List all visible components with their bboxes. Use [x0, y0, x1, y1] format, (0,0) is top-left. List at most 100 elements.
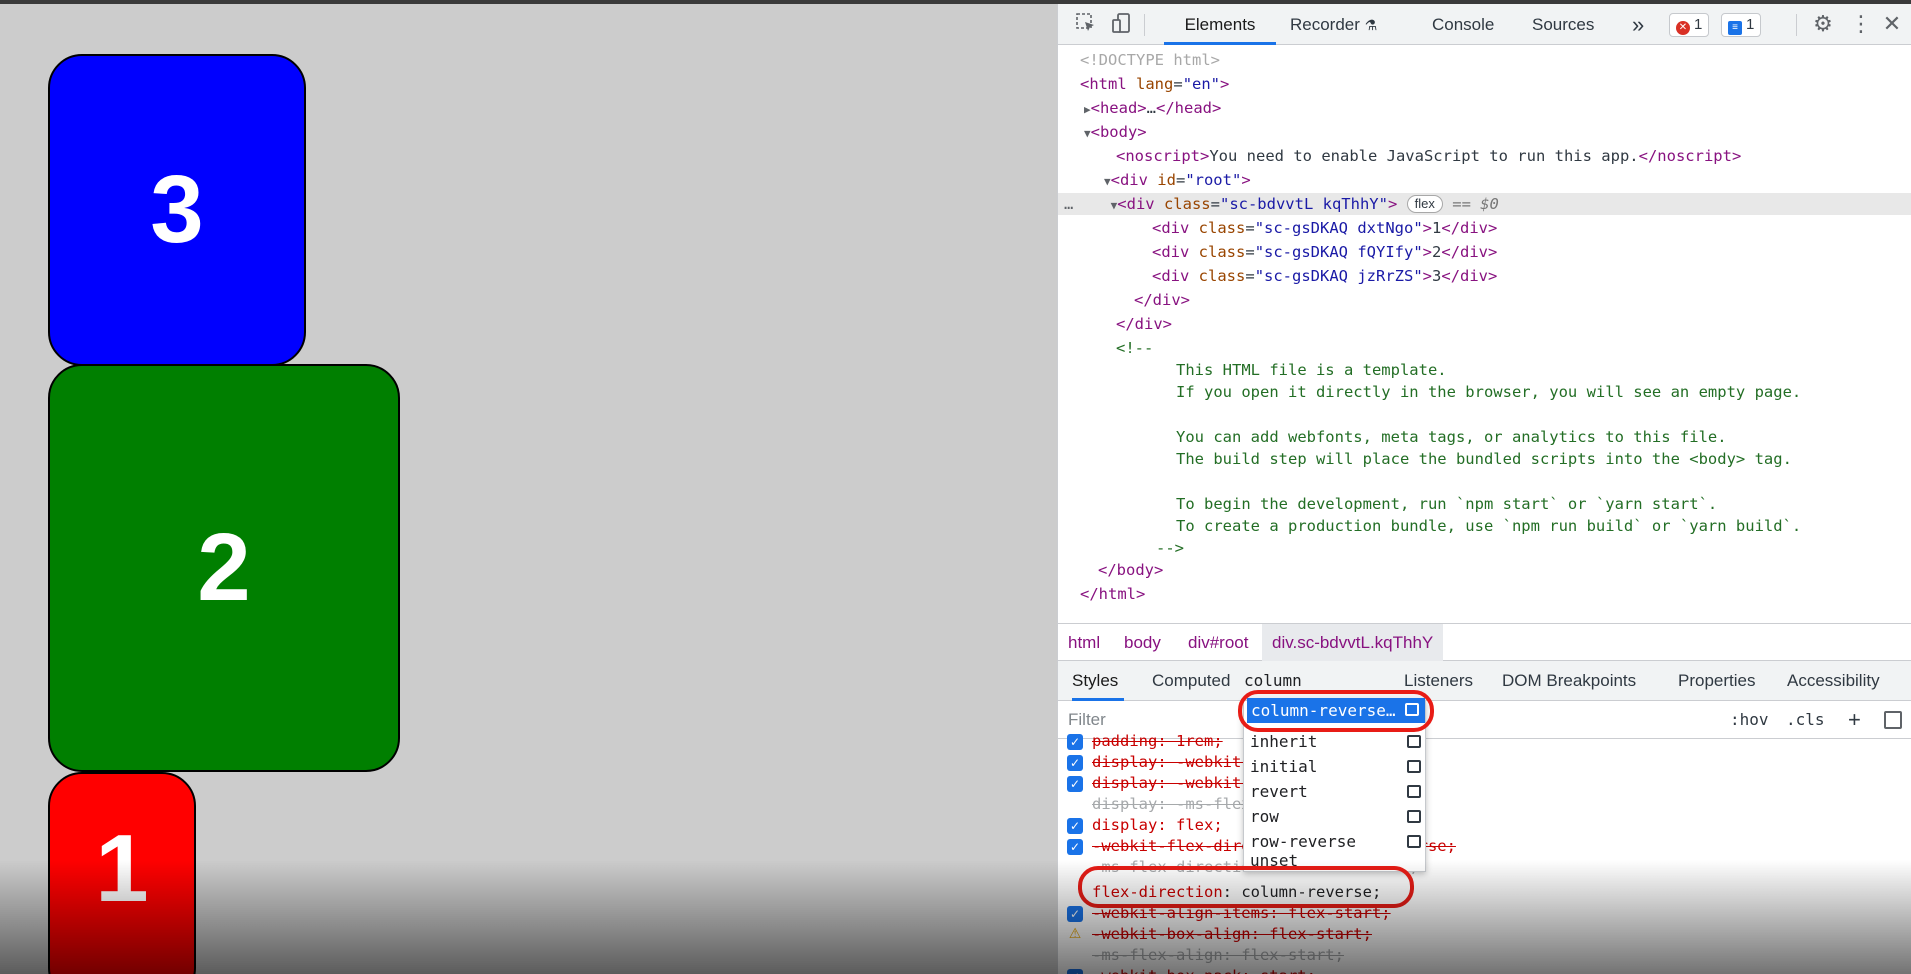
node-text: 1 [1432, 219, 1442, 237]
kebab-menu-icon[interactable]: ⋮ [1850, 12, 1872, 36]
rule-text: display: flex; [1092, 816, 1223, 834]
dom-comment-line: This HTML file is a template. [1058, 359, 1911, 381]
flask-icon: ⚗ [1364, 17, 1378, 33]
breadcrumb: html body div#root div.sc-bdvvtL.kqThhY [1058, 623, 1911, 661]
tab-dom-breakpoints[interactable]: DOM Breakpoints [1502, 661, 1636, 701]
rule-line[interactable]: ✓ display: flex; [1058, 815, 1911, 836]
dom-child-3[interactable]: <div class="sc-gsDKAQ jzRrZS">3</div> [1058, 265, 1911, 287]
more-tabs-button[interactable]: » [1632, 4, 1644, 45]
rule-line[interactable]: ✓ padding: 1rem; [1058, 731, 1911, 752]
tab-console[interactable]: Console [1432, 4, 1494, 45]
tag-name: noscript [1657, 147, 1732, 165]
error-count: 1 [1694, 16, 1703, 33]
dom-close-div[interactable]: </div> [1058, 289, 1911, 311]
toolbar-divider [1144, 14, 1145, 36]
dom-head-node[interactable]: ▶<head>…</head> [1058, 97, 1911, 119]
tag-name: body [1116, 561, 1154, 579]
comment-text: This HTML file is a template. [1176, 361, 1447, 379]
dom-noscript-node[interactable]: <noscript>You need to enable JavaScript … [1058, 145, 1911, 167]
rule-line[interactable]: ✓-webkit-flex-direction: column-reverse; [1058, 836, 1911, 857]
flex-item-1[interactable]: 1 [48, 772, 196, 974]
close-icon[interactable]: ✕ [1880, 12, 1904, 36]
dom-comment-open[interactable]: <!-- [1058, 337, 1911, 359]
breadcrumb-body[interactable]: body [1124, 624, 1161, 661]
collapse-arrow-icon[interactable]: ▼ [1084, 127, 1091, 140]
message-badge[interactable]: ≡ 1 [1721, 13, 1762, 37]
noscript-text: You need to enable JavaScript to run thi… [1209, 147, 1639, 165]
rule-text: -webkit-box-align: flex-start; [1092, 925, 1372, 943]
flex-badge[interactable]: flex [1406, 195, 1443, 213]
dom-close-html[interactable]: </html> [1058, 583, 1911, 605]
flex-direction-icon [1407, 760, 1421, 773]
dom-child-1[interactable]: <div class="sc-gsDKAQ dxtNgo">1</div> [1058, 217, 1911, 239]
checkbox-icon[interactable]: ✓ [1067, 776, 1083, 792]
inspect-element-icon[interactable] [1074, 12, 1098, 36]
rule-line[interactable]: display: -ms-flexbox; [1058, 794, 1911, 815]
style-rules: ✓ padding: 1rem; ✓ display: -webkit-box; ✓… [1058, 732, 1911, 974]
dom-tree: <!DOCTYPE html> <html lang="en"> ▶<head>… [1058, 45, 1911, 623]
tab-recorder[interactable]: Recorder ⚗ [1290, 4, 1377, 45]
tab-computed[interactable]: Computed [1152, 661, 1230, 701]
autocomplete-option[interactable]: revert [1244, 779, 1427, 804]
dom-container-node[interactable]: … ▼<div class="sc-bdvvtL kqThhY"> flex =… [1058, 193, 1911, 215]
comment-text: You can add webfonts, meta tags, or anal… [1176, 428, 1727, 446]
checkbox-icon[interactable]: ✓ [1067, 906, 1083, 922]
breadcrumb-html[interactable]: html [1068, 624, 1100, 661]
page-viewport: 3 2 1 [0, 4, 1057, 974]
breadcrumb-selected[interactable]: div.sc-bdvvtL.kqThhY [1262, 624, 1444, 661]
error-badge[interactable]: ✕ 1 [1669, 13, 1710, 37]
tab-properties[interactable]: Properties [1678, 661, 1755, 701]
tab-accessibility[interactable]: Accessibility [1787, 661, 1880, 701]
dom-close-root[interactable]: </div> [1058, 313, 1911, 335]
attr-value: "sc-bdvvtL kqThhY" [1219, 195, 1388, 213]
flex-item-2[interactable]: 2 [48, 364, 400, 772]
option-label: inherit [1250, 732, 1318, 751]
dom-close-body[interactable]: </body> [1058, 559, 1911, 581]
autocomplete-option[interactable]: inherit [1244, 729, 1427, 754]
dom-comment-close: --> [1058, 537, 1911, 559]
autocomplete-option[interactable]: initial [1244, 754, 1427, 779]
expand-arrow-icon[interactable]: ▶ [1084, 103, 1091, 116]
tab-styles[interactable]: Styles [1072, 661, 1124, 701]
sidebar-toggle-icon[interactable] [1884, 711, 1902, 729]
rule-text: -webkit-box-pack: start; [1092, 966, 1316, 974]
tab-elements[interactable]: Elements [1164, 4, 1276, 45]
checkbox-icon[interactable]: ✓ [1067, 818, 1083, 834]
checkbox-icon[interactable]: ✓ [1067, 839, 1083, 855]
tag-name: noscript [1125, 147, 1200, 165]
editing-value-text[interactable]: column [1244, 670, 1424, 692]
checkbox-icon[interactable]: ✓ [1067, 969, 1083, 974]
message-icon: ≡ [1728, 21, 1742, 35]
rule-line[interactable]: ✓ display: -webkit-box; [1058, 752, 1911, 773]
rule-line[interactable]: ✓ display: -webkit-flex; [1058, 773, 1911, 794]
flex-item-3[interactable]: 3 [48, 54, 306, 366]
dom-root-node[interactable]: ▼<div id="root"> [1058, 169, 1911, 191]
dom-body-node[interactable]: ▼<body> [1058, 121, 1911, 143]
autocomplete-option[interactable]: row [1244, 804, 1427, 829]
node-text: 3 [1432, 267, 1442, 285]
rule-text: padding: 1rem; [1092, 732, 1223, 750]
warning-icon: ⚠ [1068, 926, 1082, 942]
highlight-ring-autocomplete [1238, 690, 1434, 732]
node-actions-icon[interactable]: … [1064, 195, 1073, 213]
gear-icon[interactable]: ⚙ [1810, 12, 1836, 36]
collapse-arrow-icon[interactable]: ▼ [1104, 175, 1111, 188]
dom-comment-line: If you open it directly in the browser, … [1058, 381, 1911, 403]
device-toolbar-icon[interactable] [1110, 12, 1134, 36]
tab-sources[interactable]: Sources [1532, 4, 1594, 45]
rule-line[interactable]: -ms-flex-align: flex-start; [1058, 945, 1911, 966]
checkbox-icon[interactable]: ✓ [1067, 734, 1083, 750]
dom-doctype[interactable]: <!DOCTYPE html> [1058, 49, 1911, 71]
attr-value: "en" [1182, 75, 1221, 93]
flex-direction-icon [1407, 735, 1421, 748]
dom-child-2[interactable]: <div class="sc-gsDKAQ fQYIfy">2</div> [1058, 241, 1911, 263]
breadcrumb-root[interactable]: div#root [1188, 624, 1248, 661]
dom-html-node[interactable]: <html lang="en"> [1058, 73, 1911, 95]
rule-line[interactable]: ✓ -webkit-box-pack: start; [1058, 966, 1911, 974]
comment-text: --> [1156, 539, 1184, 557]
rule-line[interactable]: ⚠ -webkit-box-align: flex-start; [1058, 924, 1911, 945]
attr-value: "sc-gsDKAQ dxtNgo" [1254, 219, 1423, 237]
flex-direction-icon [1407, 835, 1421, 848]
tag-name: body [1099, 123, 1138, 141]
checkbox-icon[interactable]: ✓ [1067, 755, 1083, 771]
